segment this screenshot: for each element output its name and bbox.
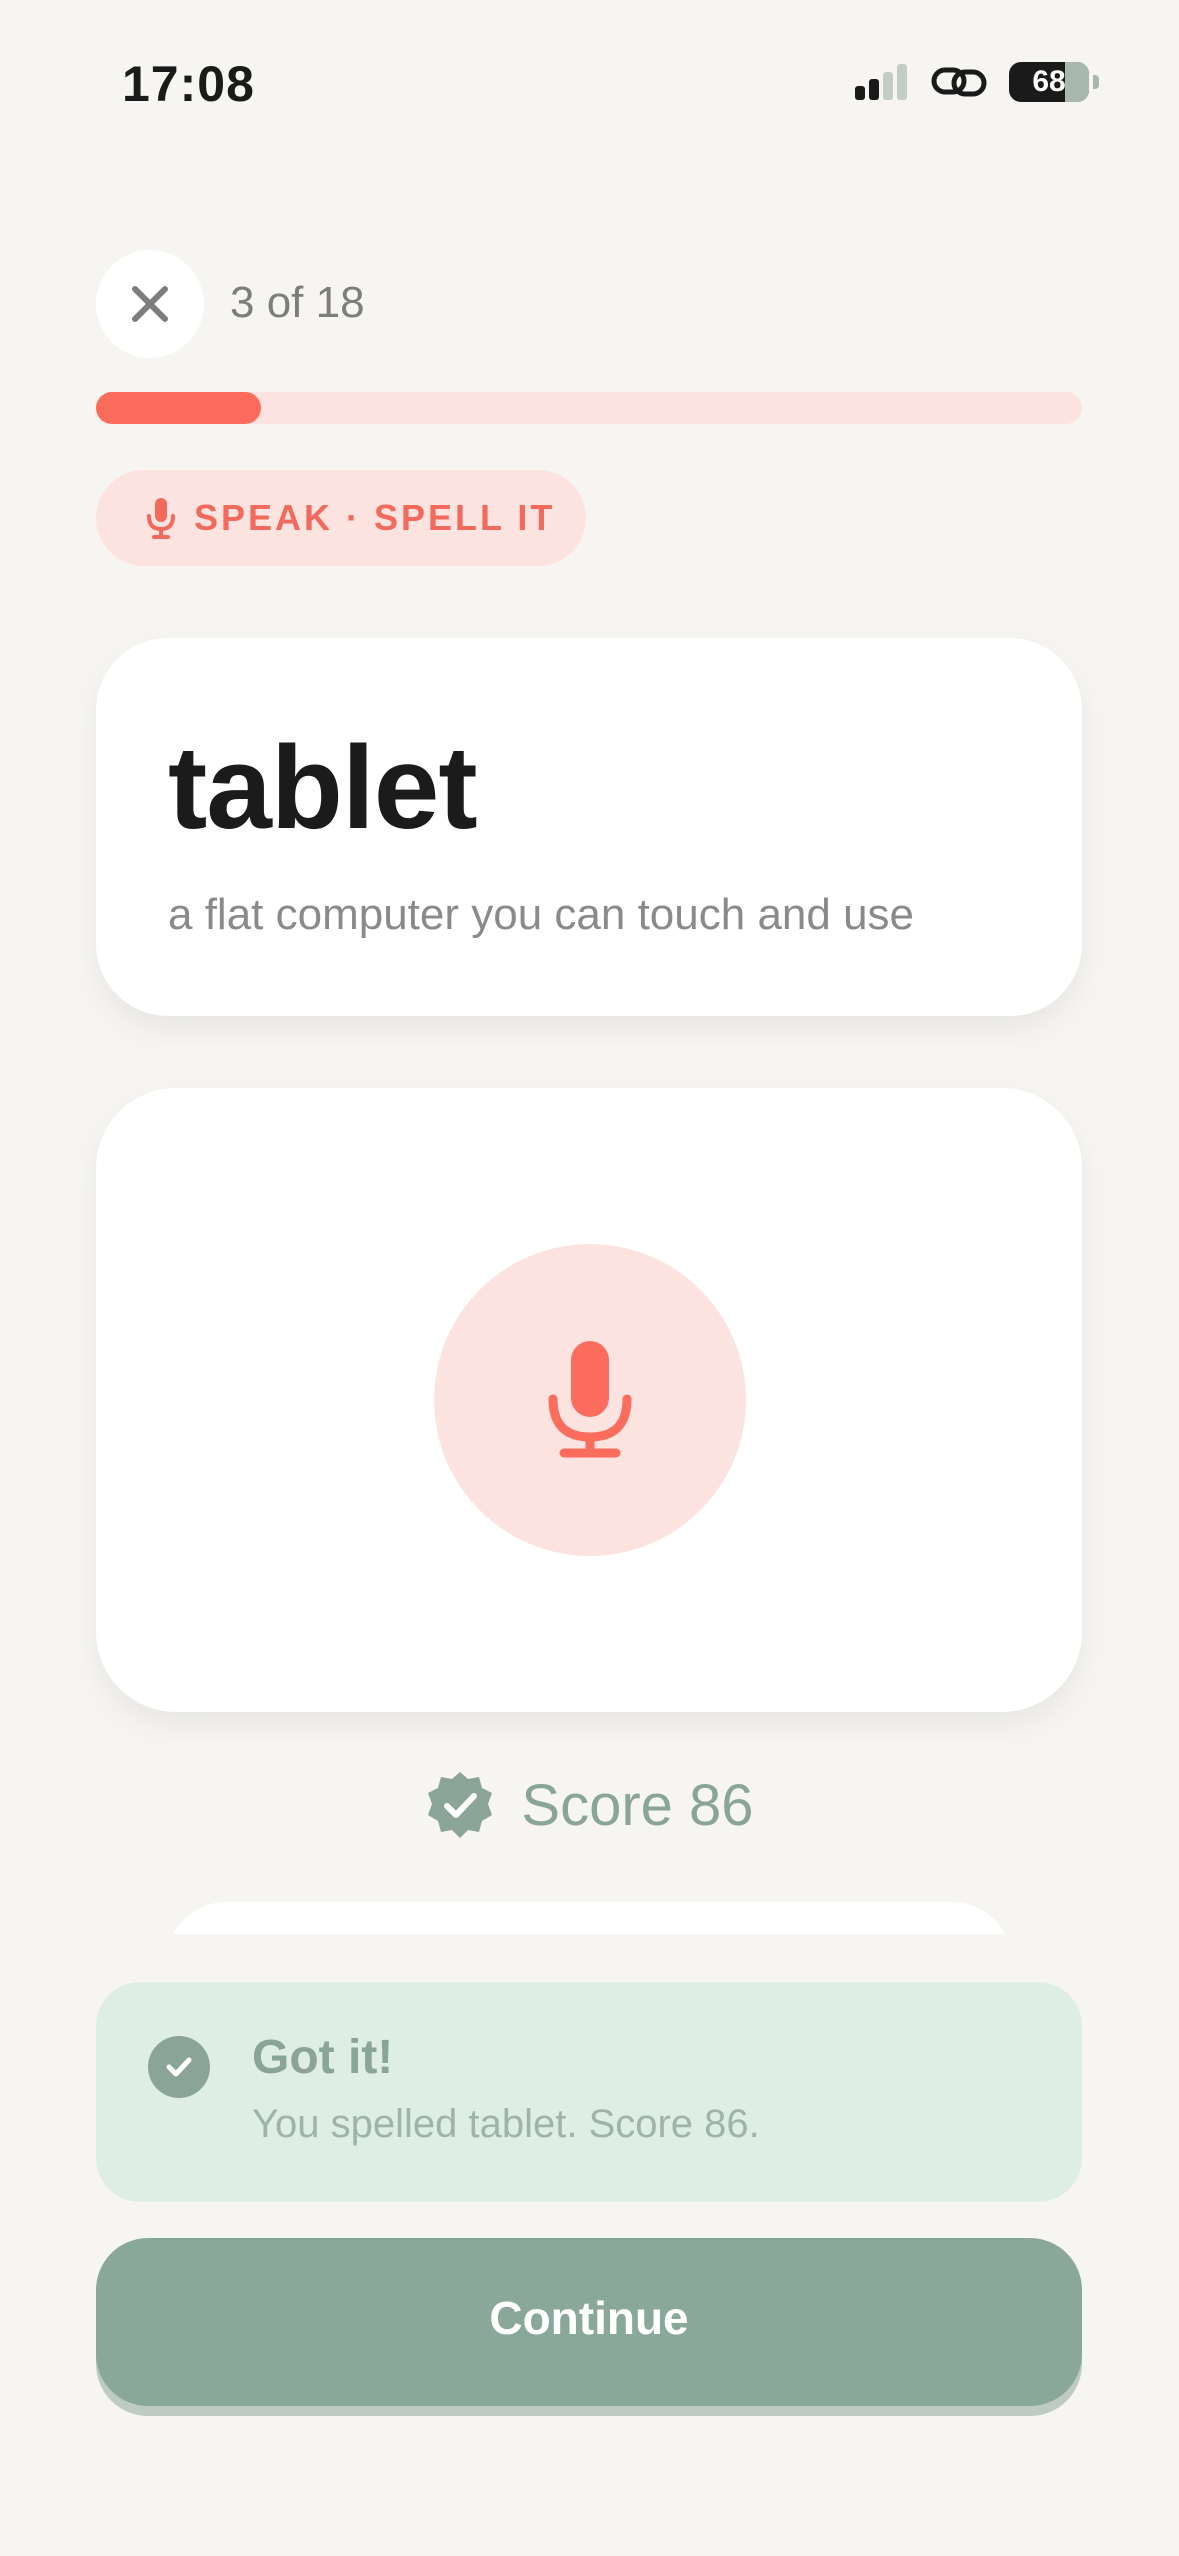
continue-label: Continue bbox=[489, 2292, 689, 2344]
score-text: Score 86 bbox=[521, 1772, 754, 1838]
feedback-title: Got it! bbox=[252, 2031, 394, 2084]
progress-fill bbox=[96, 392, 261, 424]
question-counter: 3 of 18 bbox=[230, 278, 365, 327]
battery-tip bbox=[1093, 75, 1099, 89]
target-word: tablet bbox=[168, 722, 478, 854]
close-button[interactable] bbox=[96, 250, 204, 358]
progress-bar bbox=[96, 392, 1082, 424]
verified-badge-icon bbox=[428, 1772, 493, 1838]
mode-label: SPEAK · SPELL IT bbox=[194, 497, 556, 538]
signal-icon bbox=[855, 64, 907, 100]
continue-button[interactable]: Continue bbox=[96, 2238, 1082, 2406]
battery-level: 68 bbox=[1032, 65, 1066, 98]
status-bar: 17:08 68 bbox=[0, 0, 1179, 160]
score-row: Score 86 bbox=[0, 1770, 1179, 1840]
close-icon bbox=[132, 286, 168, 322]
microphone-icon bbox=[147, 498, 175, 539]
word-definition: a flat computer you can touch and use bbox=[168, 890, 915, 939]
battery-icon: 68 bbox=[1009, 62, 1089, 102]
mic-card bbox=[96, 1088, 1082, 1712]
feedback-banner: Got it! You spelled tablet. Score 86. bbox=[96, 1982, 1082, 2202]
status-icons: 68 bbox=[855, 62, 1099, 102]
word-card: tablet a flat computer you can touch and… bbox=[96, 638, 1082, 1016]
feedback-message: You spelled tablet. Score 86. bbox=[252, 2102, 760, 2146]
record-button[interactable] bbox=[434, 1244, 746, 1556]
check-circle-icon bbox=[148, 2036, 210, 2098]
mode-pill: SPEAK · SPELL IT bbox=[96, 470, 586, 566]
microphone-icon bbox=[548, 1341, 632, 1458]
status-time: 17:08 bbox=[122, 56, 255, 112]
link-icon bbox=[931, 67, 987, 97]
